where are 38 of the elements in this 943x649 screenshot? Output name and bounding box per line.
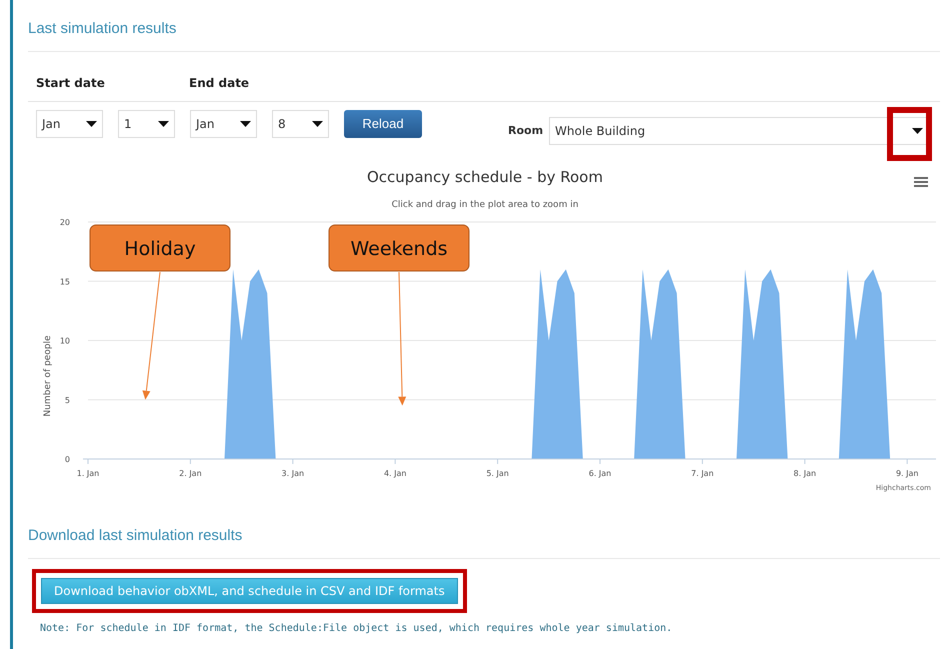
select-field[interactable]: 1 [118,110,175,138]
select-field[interactable]: 8 [272,110,329,138]
note-text: Note: For schedule in IDF format, the Schedule:File object is used, which requires whole year simulation. [40,622,674,636]
axis-tick-label: 5. Jan [486,469,509,478]
axis-tick-label: 4. Jan [384,469,406,478]
field-label: Start date [36,75,106,92]
callout-label: Weekends [328,224,470,272]
axis-tick-label: 8. Jan [794,469,816,478]
axis-tick-label: 0 [64,455,70,464]
caret-icon [912,128,924,134]
axis-tick-label: 5 [64,396,70,405]
axis-tick-label: 3. Jan [282,469,304,478]
caret-icon [240,121,251,127]
field-label: End date [189,75,250,92]
callout-label: Holiday [90,224,230,272]
y-axis-label: Number of people [43,336,53,417]
section-title: Last simulation results [28,20,176,37]
chart-title: Occupancy schedule - by Room [367,168,603,186]
section-title: Download last simulation results [28,527,242,544]
caret-icon [158,121,169,127]
reload-button[interactable]: Reload [344,110,422,138]
axis-tick-label: 2. Jan [179,469,202,478]
caret-icon [312,121,323,127]
axis-tick-label: 10 [60,336,70,346]
axis-tick-label: 9. Jan [896,469,918,478]
axis-tick-label: 6. Jan [588,469,612,478]
menu-icon[interactable] [914,177,928,187]
axis-tick-label: 7. Jan [691,469,714,478]
axis-tick-label: 20 [60,218,70,227]
annotation: Weekends [350,238,448,260]
axis-tick-label: 15 [60,277,70,286]
axis-tick-label: 1. Jan [76,469,100,478]
select-field[interactable]: Jan [190,110,257,138]
chart-subtitle: Click and drag in the plot area to zoom in [392,200,578,210]
field-label: Room [508,122,544,139]
annotation: Holiday [124,238,196,260]
caret-icon [86,121,97,127]
select-field[interactable]: Jan [36,110,103,138]
